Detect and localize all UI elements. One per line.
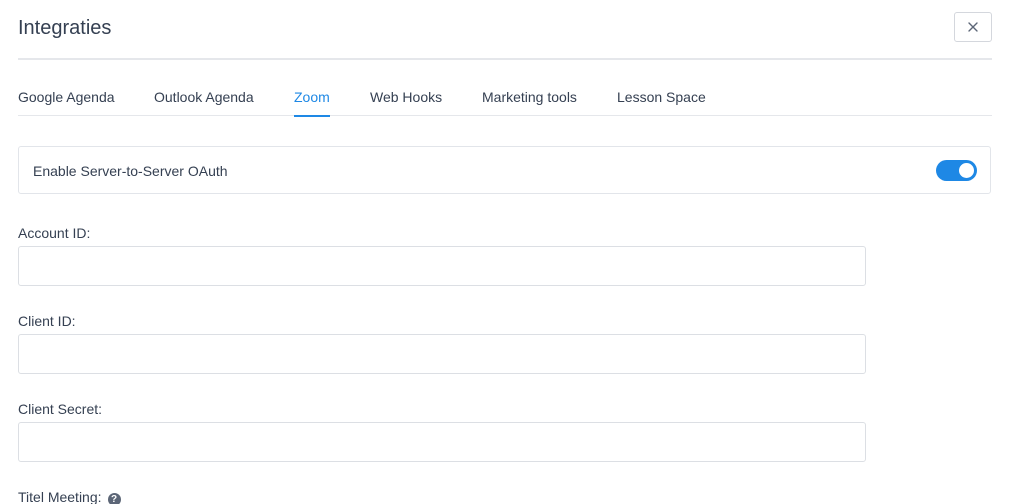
modal-header: Integraties <box>18 0 992 60</box>
client-id-input[interactable] <box>18 334 866 374</box>
oauth-label: Enable Server-to-Server OAuth <box>33 163 228 179</box>
tab-outlook-agenda[interactable]: Outlook Agenda <box>154 88 254 115</box>
page-title: Integraties <box>18 17 112 39</box>
tab-bar: Google Agenda Outlook Agenda Zoom Web Ho… <box>18 60 992 117</box>
integrations-modal: Integraties Google Agenda Outlook Agenda… <box>0 0 1009 504</box>
tab-lesson-space[interactable]: Lesson Space <box>617 88 706 115</box>
tab-web-hooks[interactable]: Web Hooks <box>370 88 442 115</box>
titel-meeting-row: Titel Meeting:? <box>18 488 121 504</box>
oauth-setting-row: Enable Server-to-Server OAuth <box>18 146 991 194</box>
client-secret-label: Client Secret: <box>18 401 103 417</box>
toggle-knob <box>959 163 974 178</box>
client-secret-input[interactable] <box>18 422 866 462</box>
account-id-input[interactable] <box>18 246 866 286</box>
close-button[interactable] <box>954 12 992 42</box>
question-circle-icon[interactable]: ? <box>107 493 121 504</box>
tab-google-agenda[interactable]: Google Agenda <box>18 88 115 115</box>
oauth-toggle[interactable] <box>936 160 977 181</box>
tab-marketing-tools[interactable]: Marketing tools <box>482 88 577 115</box>
tab-zoom[interactable]: Zoom <box>294 88 330 117</box>
close-icon <box>968 22 978 32</box>
client-id-label: Client ID: <box>18 313 76 329</box>
account-id-label: Account ID: <box>18 225 91 241</box>
titel-meeting-label: Titel Meeting: <box>18 489 102 504</box>
